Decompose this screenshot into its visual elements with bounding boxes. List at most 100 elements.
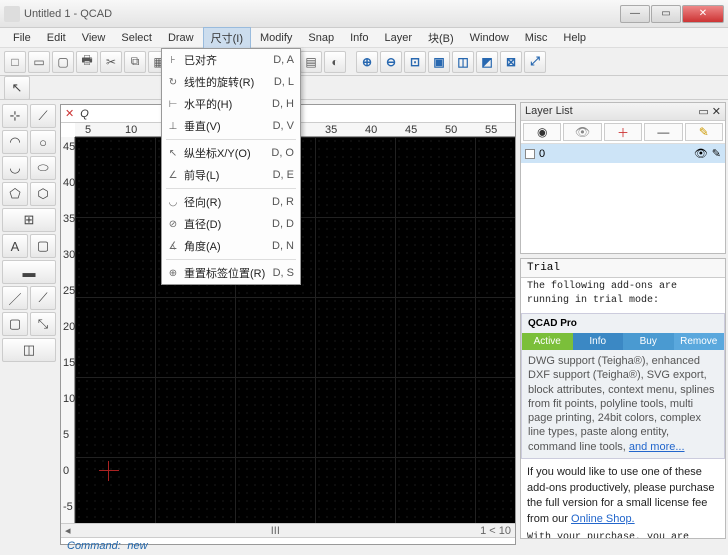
toolbar-zoom-3[interactable]: ▣ (428, 51, 450, 73)
menu-item-shortcut: D, O (271, 147, 294, 159)
menu-块(b)[interactable]: 块(B) (421, 28, 461, 48)
tool-0-0[interactable]: ⊹ (2, 104, 28, 128)
toolbar-main-3[interactable]: 🖶 (76, 51, 98, 73)
tool-2-1[interactable]: ⬭ (30, 156, 56, 180)
menu-item[interactable]: ∡角度(A)D, N (162, 235, 300, 257)
menu-item-shortcut: D, D (272, 218, 294, 230)
menu-item[interactable]: ↖纵坐标X/Y(O)D, O (162, 142, 300, 164)
menu-尺寸(i)[interactable]: 尺寸(I) (203, 27, 251, 49)
toolbar-zoom-5[interactable]: ◩ (476, 51, 498, 73)
trial-panel-title: Trial (521, 259, 725, 278)
tool-8-1[interactable]: ⤡ (30, 312, 56, 336)
menu-item[interactable]: ⊘ 直径(D) D, D (162, 213, 300, 235)
menu-item-icon: ↻ (166, 77, 180, 88)
layer-color-swatch (525, 149, 535, 159)
menu-item-icon: ↖ (166, 148, 180, 159)
command-line[interactable]: Command: new (61, 537, 515, 555)
menu-item[interactable]: ⊥垂直(V)D, V (162, 115, 300, 137)
menu-window[interactable]: Window (463, 30, 516, 46)
tool-4-0[interactable]: ⊞ (2, 208, 56, 232)
toolbar-main-1[interactable]: ▭ (28, 51, 50, 73)
pointer-tool[interactable]: ↖ (4, 76, 30, 100)
menu-item[interactable]: ◡径向(R)D, R (162, 191, 300, 213)
menu-item-shortcut: D, A (273, 54, 294, 66)
menu-item-icon: ∠ (166, 170, 180, 181)
toolbar-misc-4[interactable]: ◐ (324, 51, 346, 73)
menu-item-icon: ∡ (166, 241, 180, 252)
tool-2-0[interactable]: ◡ (2, 156, 28, 180)
pencil-icon[interactable]: ✎ (712, 147, 721, 160)
layer-btn-1[interactable]: 👁 (563, 123, 601, 141)
toolbar-misc-3[interactable]: ▤ (300, 51, 322, 73)
toolbar-zoom-2[interactable]: ⊡ (404, 51, 426, 73)
layer-btn-2[interactable]: ＋ (604, 123, 642, 141)
tool-0-1[interactable]: ⟋ (30, 104, 56, 128)
tab-active[interactable]: Active (522, 333, 573, 350)
menu-item[interactable]: ↻线性的旋转(R)D, L (162, 71, 300, 93)
menu-file[interactable]: File (6, 30, 38, 46)
panel-controls[interactable]: ▭ ✕ (698, 105, 721, 118)
tool-5-1[interactable]: ▢ (30, 234, 56, 258)
menu-item-icon: ⊘ (166, 219, 180, 230)
toolbar-main-0[interactable]: □ (4, 51, 26, 73)
toolbar-zoom-4[interactable]: ◫ (452, 51, 474, 73)
menu-item[interactable]: ∠前导(L)D, E (162, 164, 300, 186)
tab-info[interactable]: Info (573, 333, 624, 350)
tool-5-0[interactable]: A (2, 234, 28, 258)
dimension-menu-dropdown[interactable]: ⊦已对齐D, A↻线性的旋转(R)D, L⊢水平的(H)D, H⊥垂直(V)D,… (161, 48, 301, 285)
menu-select[interactable]: Select (114, 30, 159, 46)
toolbar-zoom-0[interactable]: ⊕ (356, 51, 378, 73)
online-shop-link[interactable]: Online Shop. (571, 513, 635, 525)
layer-row[interactable]: 0 👁 ✎ (521, 144, 725, 163)
tool-9-0[interactable]: ◫ (2, 338, 56, 362)
trial-intro: The following add-ons are running in tri… (521, 278, 725, 309)
menu-edit[interactable]: Edit (40, 30, 73, 46)
document-tab[interactable]: Q (80, 108, 89, 120)
menu-info[interactable]: Info (343, 30, 375, 46)
tool-7-0[interactable]: ／ (2, 286, 28, 310)
menu-misc[interactable]: Misc (518, 30, 555, 46)
menu-view[interactable]: View (75, 30, 113, 46)
tool-1-1[interactable]: ○ (30, 130, 56, 154)
tab-remove[interactable]: Remove (674, 333, 725, 350)
menu-layer[interactable]: Layer (377, 30, 419, 46)
horizontal-scrollbar[interactable]: ◂III 1 < 10 (61, 523, 515, 537)
tool-6-0[interactable]: ▬ (2, 260, 56, 284)
toolbar-zoom-6[interactable]: ⊠ (500, 51, 522, 73)
and-more-link[interactable]: and more... (629, 441, 685, 453)
tool-3-0[interactable]: ⬠ (2, 182, 28, 206)
layer-btn-3[interactable]: — (644, 123, 682, 141)
toolbar-main-4[interactable]: ✂ (100, 51, 122, 73)
layer-list-title: Layer List (525, 105, 573, 118)
toolbar-main-5[interactable]: ⧉ (124, 51, 146, 73)
menu-item-label: 直径(D) (184, 216, 221, 232)
tool-7-1[interactable]: ⟋ (30, 286, 56, 310)
toolbar-zoom-7[interactable]: ⤢ (524, 51, 546, 73)
app-icon (4, 6, 20, 22)
layer-btn-4[interactable]: ✎ (685, 123, 723, 141)
toolbar-zoom-1[interactable]: ⊖ (380, 51, 402, 73)
minimize-button[interactable]: — (620, 5, 650, 23)
menu-item[interactable]: ⊕重置标签位置(R)D, S (162, 262, 300, 284)
menu-item-label: 前导(L) (184, 167, 219, 183)
menu-help[interactable]: Help (556, 30, 593, 46)
close-tab-icon[interactable]: ✕ (65, 107, 74, 120)
tab-buy[interactable]: Buy (623, 333, 674, 350)
ruler-vertical: 454035302520151050-5 (61, 137, 75, 523)
close-button[interactable]: ✕ (682, 5, 724, 23)
eye-icon[interactable]: 👁 (694, 147, 708, 160)
tool-8-0[interactable]: ▢ (2, 312, 28, 336)
menu-item-shortcut: D, S (273, 267, 294, 279)
menu-item[interactable]: ⊢水平的(H)D, H (162, 93, 300, 115)
toolbar-main-2[interactable]: ▢ (52, 51, 74, 73)
menu-draw[interactable]: Draw (161, 30, 201, 46)
menu-snap[interactable]: Snap (301, 30, 341, 46)
menu-item[interactable]: ⊦已对齐D, A (162, 49, 300, 71)
menu-modify[interactable]: Modify (253, 30, 299, 46)
maximize-button[interactable]: ▭ (651, 5, 681, 23)
tool-3-1[interactable]: ⬡ (30, 182, 56, 206)
menu-item-label: 已对齐 (184, 52, 217, 68)
tool-1-0[interactable]: ◠ (2, 130, 28, 154)
menu-item-icon: ◡ (166, 197, 180, 208)
layer-btn-0[interactable]: ◉ (523, 123, 561, 141)
